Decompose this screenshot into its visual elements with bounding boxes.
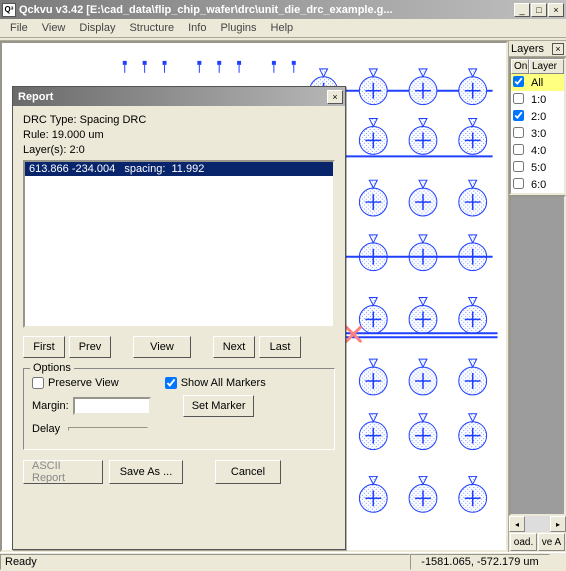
window-title: Qckvu v3.42 [E:\cad_data\flip_chip_wafer…: [19, 4, 513, 16]
scroll-left-icon[interactable]: ◂: [509, 516, 525, 532]
maximize-button[interactable]: □: [531, 3, 547, 17]
last-button[interactable]: Last: [259, 336, 301, 358]
report-title: Report: [15, 91, 327, 103]
layer-visibility-checkbox[interactable]: [513, 161, 524, 172]
rule-label: Rule: 19.000 um: [23, 129, 335, 141]
layers-panel-title-text: Layers: [511, 43, 544, 55]
delay-slider[interactable]: [68, 427, 148, 431]
ascii-report-button[interactable]: ASCII Report: [23, 460, 103, 484]
layer-row[interactable]: 3:0: [511, 125, 564, 142]
options-groupbox: Options Preserve View Show All Markers M…: [23, 368, 335, 450]
show-all-markers-label: Show All Markers: [181, 377, 266, 389]
set-marker-button[interactable]: Set Marker: [183, 395, 255, 417]
delay-label: Delay: [32, 423, 60, 435]
layers-hscrollbar[interactable]: ◂ ▸: [509, 516, 566, 532]
title-bar: Q³ Qckvu v3.42 [E:\cad_data\flip_chip_wa…: [0, 0, 566, 19]
save-as-button[interactable]: Save As ...: [109, 460, 183, 484]
main-window: Q³ Qckvu v3.42 [E:\cad_data\flip_chip_wa…: [0, 0, 566, 571]
app-icon: Q³: [2, 3, 16, 17]
margin-label: Margin:: [32, 400, 69, 412]
preserve-view-checkbox[interactable]: [32, 377, 44, 389]
show-all-markers-checkbox[interactable]: [165, 377, 177, 389]
layer-visibility-checkbox[interactable]: [513, 144, 524, 155]
layer-visibility-checkbox[interactable]: [513, 93, 524, 104]
close-button[interactable]: ×: [548, 3, 564, 17]
layer-label: All: [529, 77, 564, 89]
report-title-bar[interactable]: Report ×: [13, 87, 345, 106]
layer-label: 4:0: [529, 145, 564, 157]
layers-panel: Layers × On Layer All1:02:03:04:05:06:0 …: [508, 41, 566, 552]
layer-row[interactable]: 6:0: [511, 176, 564, 193]
drc-type-label: DRC Type: Spacing DRC: [23, 114, 335, 126]
report-close-button[interactable]: ×: [327, 90, 343, 104]
minimize-button[interactable]: _: [514, 3, 530, 17]
status-coords: -1581.065, -572.179 um: [410, 554, 550, 570]
layer-label: 1:0: [529, 94, 564, 106]
layer-row[interactable]: 1:0: [511, 91, 564, 108]
next-button[interactable]: Next: [213, 336, 255, 358]
menu-info[interactable]: Info: [181, 20, 213, 36]
layers-header: On Layer: [511, 59, 564, 74]
view-button[interactable]: View: [133, 336, 191, 358]
layer-row[interactable]: 5:0: [511, 159, 564, 176]
violations-listbox[interactable]: 613.866 -234.004 spacing: 11.992: [23, 160, 335, 328]
layer-label: 5:0: [529, 162, 564, 174]
layer-visibility-checkbox[interactable]: [513, 110, 524, 121]
layer-label: 2:0: [529, 111, 564, 123]
options-row-1: Preserve View Show All Markers: [32, 377, 326, 389]
layers-bottom-buttons: oad. ve A: [509, 532, 566, 552]
layer-label: 3:0: [529, 128, 564, 140]
scroll-right-icon[interactable]: ▸: [550, 516, 566, 532]
menu-help[interactable]: Help: [264, 20, 301, 36]
report-dialog: Report × DRC Type: Spacing DRC Rule: 19.…: [12, 86, 346, 550]
layers-label: Layer(s): 2:0: [23, 144, 335, 156]
status-bar: Ready -1581.065, -572.179 um: [0, 552, 566, 571]
menu-plugins[interactable]: Plugins: [213, 20, 263, 36]
menu-structure[interactable]: Structure: [122, 20, 181, 36]
layer-row[interactable]: 4:0: [511, 142, 564, 159]
layers-table: On Layer All 1:0 2:0 3:0 4:0 5:0 6:0: [509, 57, 566, 195]
menu-file[interactable]: File: [3, 20, 35, 36]
layer-row[interactable]: 2:0: [511, 108, 564, 125]
menu-bar: File View Display Structure Info Plugins…: [0, 19, 566, 38]
layers-header-layer: Layer: [529, 59, 564, 74]
layer-label: 6:0: [529, 179, 564, 191]
layer-row[interactable]: All: [511, 74, 564, 91]
nav-buttons: First Prev View Next Last: [23, 336, 335, 358]
cancel-button[interactable]: Cancel: [215, 460, 281, 484]
layer-visibility-checkbox[interactable]: [513, 76, 524, 87]
layers-header-on: On: [511, 59, 529, 74]
layers-panel-close[interactable]: ×: [552, 43, 564, 55]
scroll-track[interactable]: [525, 516, 550, 532]
layers-empty-area: [509, 195, 566, 516]
report-body: DRC Type: Spacing DRC Rule: 19.000 um La…: [13, 106, 345, 492]
first-button[interactable]: First: [23, 336, 65, 358]
layer-visibility-checkbox[interactable]: [513, 178, 524, 189]
prev-button[interactable]: Prev: [69, 336, 111, 358]
bottom-buttons: ASCII Report Save As ... Cancel: [23, 460, 335, 484]
layers-panel-title: Layers ×: [509, 41, 566, 57]
status-text: Ready: [0, 554, 410, 570]
preserve-view-label: Preserve View: [48, 377, 119, 389]
menu-view[interactable]: View: [35, 20, 73, 36]
options-legend: Options: [30, 362, 74, 374]
options-row-3: Delay: [32, 423, 326, 435]
layers-save-button[interactable]: ve A: [538, 533, 565, 551]
layer-visibility-checkbox[interactable]: [513, 127, 524, 138]
layers-load-button[interactable]: oad.: [510, 533, 537, 551]
options-row-2: Margin: Set Marker: [32, 395, 326, 417]
menu-display[interactable]: Display: [72, 20, 122, 36]
margin-input[interactable]: [73, 397, 151, 415]
list-item[interactable]: 613.866 -234.004 spacing: 11.992: [25, 162, 333, 176]
